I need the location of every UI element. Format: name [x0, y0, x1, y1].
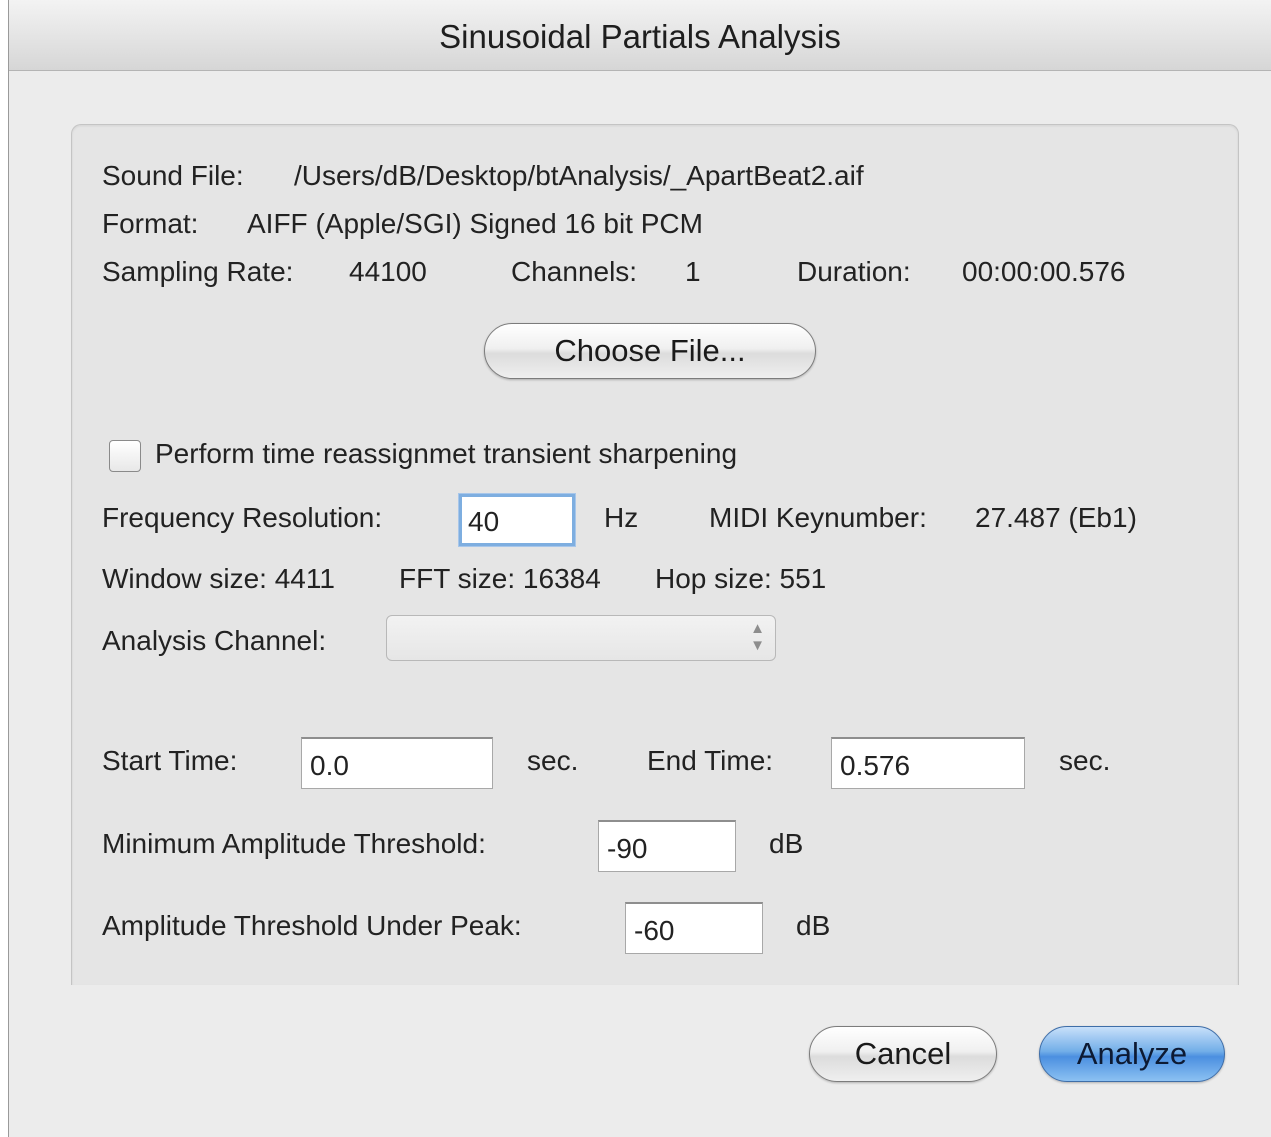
- min-amplitude-threshold-label: Minimum Amplitude Threshold:: [102, 828, 486, 859]
- start-time-label: Start Time:: [102, 745, 238, 776]
- cancel-button[interactable]: Cancel: [809, 1026, 997, 1082]
- hop-size-text: Hop size: 551: [655, 563, 827, 594]
- sound-file-path: /Users/dB/Desktop/btAnalysis/_ApartBeat2…: [294, 160, 864, 191]
- channels-label: Channels:: [511, 256, 638, 287]
- analysis-dialog: Sinusoidal Partials Analysis Sound File:…: [8, 0, 1271, 1137]
- window-title: Sinusoidal Partials Analysis: [439, 18, 841, 55]
- analysis-channel-popup[interactable]: ▲ ▼: [386, 615, 776, 661]
- format-value: AIFF (Apple/SGI) Signed 16 bit PCM: [247, 208, 703, 239]
- sampling-rate-value: 44100: [349, 256, 427, 287]
- frequency-resolution-label: Frequency Resolution:: [102, 502, 383, 533]
- format-label: Format:: [102, 208, 199, 239]
- analyze-button[interactable]: Analyze: [1039, 1026, 1225, 1082]
- start-time-input[interactable]: 0.0: [301, 737, 493, 789]
- start-time-unit: sec.: [527, 745, 579, 776]
- midi-keynumber-value: 27.487 (Eb1): [975, 502, 1137, 533]
- analysis-channel-label: Analysis Channel:: [102, 625, 327, 656]
- min-amplitude-threshold-input[interactable]: -90: [598, 820, 736, 872]
- sampling-rate-label: Sampling Rate:: [102, 256, 294, 287]
- updown-arrows-icon: ▲ ▼: [750, 620, 765, 654]
- end-time-input[interactable]: 0.576: [831, 737, 1025, 789]
- transient-sharpening-checkbox[interactable]: [109, 440, 141, 472]
- channels-value: 1: [685, 256, 701, 287]
- min-amplitude-threshold-unit: dB: [769, 828, 804, 859]
- amplitude-threshold-under-peak-label: Amplitude Threshold Under Peak:: [102, 910, 522, 941]
- window-size-text: Window size: 4411: [102, 563, 335, 594]
- transient-sharpening-label[interactable]: Perform time reassignmet transient sharp…: [155, 438, 737, 470]
- duration-value: 00:00:00.576: [962, 256, 1126, 287]
- fft-size-text: FFT size: 16384: [399, 563, 601, 594]
- frequency-resolution-unit: Hz: [604, 502, 639, 533]
- amplitude-threshold-under-peak-unit: dB: [796, 910, 831, 941]
- frequency-resolution-input[interactable]: 40: [459, 494, 575, 546]
- sound-file-label: Sound File:: [102, 160, 244, 191]
- amplitude-threshold-under-peak-input[interactable]: -60: [625, 902, 763, 954]
- end-time-unit: sec.: [1059, 745, 1111, 776]
- title-bar[interactable]: Sinusoidal Partials Analysis: [9, 0, 1271, 71]
- midi-keynumber-label: MIDI Keynumber:: [709, 502, 927, 533]
- end-time-label: End Time:: [647, 745, 774, 776]
- duration-label: Duration:: [797, 256, 911, 287]
- choose-file-button[interactable]: Choose File...: [484, 323, 816, 379]
